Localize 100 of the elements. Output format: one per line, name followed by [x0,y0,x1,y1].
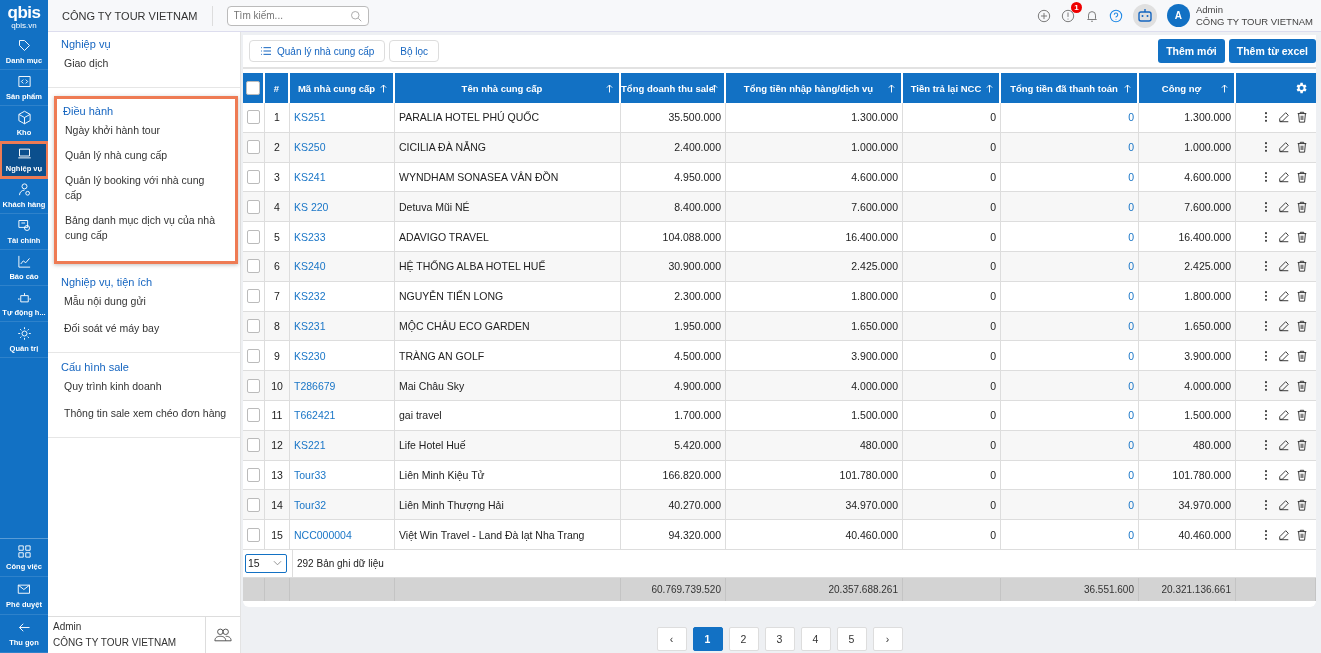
edit-icon[interactable] [1278,319,1290,332]
edit-icon[interactable] [1278,171,1290,183]
column-header[interactable]: # [265,73,290,103]
sidebar-item[interactable]: Ngày khởi hành tour [65,123,219,138]
row-checkbox[interactable] [247,467,260,482]
sidebar-item[interactable]: Bảng danh mục dịch vụ của nhà cung cấp [65,213,219,243]
sort-arrow-icon[interactable] [986,84,993,93]
toolbar-button[interactable]: Quản lý nhà cung cấp [249,40,386,62]
search-field[interactable]: Tìm kiếm... [226,5,369,26]
page-button[interactable]: 3 [764,626,795,651]
delete-icon[interactable] [1296,349,1308,362]
page-button[interactable]: 4 [800,626,831,651]
delete-icon[interactable] [1296,498,1308,511]
delete-icon[interactable] [1296,200,1308,213]
sidebar-item[interactable]: Quản lý nhà cung cấp [65,148,219,163]
delete-icon[interactable] [1296,111,1308,124]
supplier-code-link[interactable]: KS232 [290,281,395,311]
add-icon[interactable] [1037,8,1051,23]
sidebar-item[interactable]: Mẫu nội dung gửi [64,294,230,309]
edit-icon[interactable] [1278,200,1290,213]
supplier-code-link[interactable]: KS240 [290,252,395,281]
column-header[interactable]: Tổng doanh thu sale [621,73,726,103]
page-button[interactable]: 1 [692,626,723,651]
row-checkbox[interactable] [247,408,260,423]
edit-icon[interactable] [1278,409,1290,422]
edit-icon[interactable] [1278,379,1290,392]
settings-icon[interactable] [1294,81,1308,95]
supplier-code-link[interactable]: KS241 [290,162,395,192]
delete-icon[interactable] [1296,141,1308,154]
row-checkbox[interactable] [247,438,260,453]
row-checkbox[interactable] [247,229,260,244]
edit-icon[interactable] [1278,349,1290,362]
alert-icon[interactable] [1061,8,1075,23]
page-button[interactable]: 2 [728,626,759,651]
supplier-code-link[interactable]: NCC000004 [290,520,395,549]
edit-icon[interactable] [1278,439,1290,452]
delete-icon[interactable] [1296,290,1308,303]
delete-icon[interactable] [1296,409,1308,422]
supplier-code-link[interactable]: Tour32 [290,490,395,520]
sort-arrow-icon[interactable] [1221,84,1228,93]
delete-icon[interactable] [1296,171,1308,183]
row-checkbox[interactable] [247,199,260,214]
page-size-select[interactable]: 15 [245,553,287,573]
delete-icon[interactable] [1296,260,1308,273]
column-header[interactable]: Mã nhà cung cấp [290,73,395,103]
sort-arrow-icon[interactable] [888,84,895,93]
column-header[interactable]: Tên nhà cung cấp [395,73,621,103]
previous-page-button[interactable]: ‹ [656,626,687,651]
row-checkbox[interactable] [247,140,260,155]
supplier-code-link[interactable]: Tour33 [290,460,395,490]
sort-arrow-icon[interactable] [1124,84,1131,93]
supplier-code-link[interactable]: T286679 [290,371,395,400]
sidebar-item[interactable]: Thông tin sale xem chéo đơn hàng [64,406,230,421]
help-icon[interactable] [1109,8,1123,23]
delete-icon[interactable] [1296,528,1308,541]
edit-icon[interactable] [1278,468,1290,481]
column-header[interactable]: Tổng tiền nhập hàng/dịch vụ [726,73,903,103]
edit-icon[interactable] [1278,260,1290,273]
row-checkbox[interactable] [247,259,260,274]
user-avatar[interactable]: A [1167,4,1190,27]
primary-button[interactable]: Thêm mới [1158,39,1225,63]
supplier-code-link[interactable]: KS233 [290,222,395,251]
supplier-code-link[interactable]: KS 220 [290,192,395,222]
primary-button[interactable]: Thêm từ excel [1228,39,1316,63]
toolbar-button[interactable]: Bộ lọc [389,40,440,62]
edit-icon[interactable] [1278,290,1290,303]
column-header[interactable]: Tiền trả lại NCC [903,73,1001,103]
row-checkbox[interactable] [247,110,260,125]
supplier-code-link[interactable]: KS231 [290,311,395,341]
edit-icon[interactable] [1278,528,1290,541]
row-checkbox[interactable] [247,289,260,304]
page-button[interactable]: 5 [836,626,867,651]
edit-icon[interactable] [1278,498,1290,511]
row-checkbox[interactable] [247,318,260,333]
supplier-code-link[interactable]: KS230 [290,341,395,371]
robot-icon[interactable] [1133,3,1157,28]
next-page-button[interactable]: › [872,626,903,651]
delete-icon[interactable] [1296,379,1308,392]
sort-arrow-icon[interactable] [606,84,613,93]
edit-icon[interactable] [1278,111,1290,124]
sidebar-item[interactable]: Đối soát vé máy bay [64,321,230,336]
column-header[interactable]: Công nợ [1139,73,1236,103]
supplier-code-link[interactable]: KS251 [290,103,395,132]
edit-icon[interactable] [1278,230,1290,243]
edit-icon[interactable] [1278,141,1290,154]
row-checkbox[interactable] [247,348,260,363]
sidebar-item[interactable]: Giao dịch [64,56,230,71]
sidebar-item[interactable]: Quy trình kinh doanh [64,379,230,394]
column-header[interactable]: Tổng tiền đã thanh toán [1001,73,1139,103]
row-checkbox[interactable] [247,527,260,542]
delete-icon[interactable] [1296,319,1308,332]
supplier-code-link[interactable]: T662421 [290,400,395,430]
supplier-code-link[interactable]: KS221 [290,430,395,460]
bell-icon[interactable] [1085,8,1099,23]
select-all-checkbox[interactable] [246,81,260,95]
row-checkbox[interactable] [247,497,260,512]
delete-icon[interactable] [1296,230,1308,243]
sidebar-item[interactable]: Quản lý booking với nhà cung cấp [65,173,219,203]
delete-icon[interactable] [1296,439,1308,452]
sort-arrow-icon[interactable] [380,84,387,93]
